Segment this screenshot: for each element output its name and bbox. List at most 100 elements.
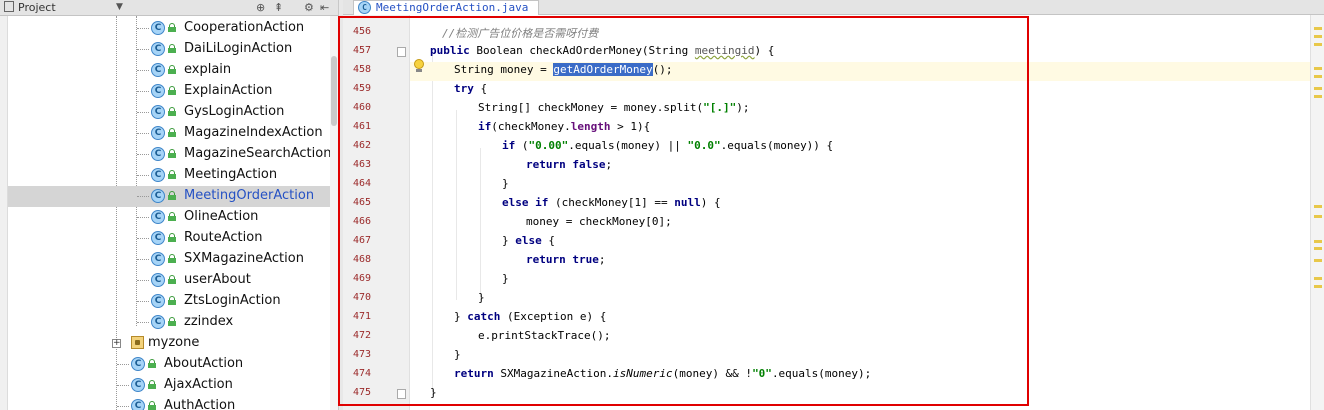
line-number: 461 bbox=[352, 121, 371, 132]
tree-item[interactable]: C MagazineSearchAction bbox=[8, 144, 338, 165]
tree-item[interactable]: C MeetingOrderAction bbox=[8, 186, 338, 207]
class-icon: C bbox=[151, 168, 165, 182]
tree-item[interactable]: C SXMagazineAction bbox=[8, 249, 338, 270]
tree-item-label: zzindex bbox=[184, 314, 234, 329]
tree-scrollbar[interactable] bbox=[330, 16, 338, 410]
tree-item[interactable]: + myzone bbox=[8, 333, 338, 354]
error-stripe[interactable] bbox=[1310, 15, 1324, 410]
warning-marker[interactable] bbox=[1314, 259, 1322, 262]
warning-marker[interactable] bbox=[1314, 277, 1322, 280]
hide-icon[interactable]: ⇤ bbox=[320, 0, 329, 15]
tree-item[interactable]: Cexplain bbox=[8, 60, 338, 81]
tree-item[interactable]: C MagazineIndexAction bbox=[8, 123, 338, 144]
warning-marker[interactable] bbox=[1314, 240, 1322, 243]
project-panel: Project ▼ ⊕ ⇞ ⚙ ⇤ C CooperationAction C Dai… bbox=[0, 0, 338, 410]
class-icon: C bbox=[151, 126, 165, 140]
project-view-selector[interactable]: Project bbox=[4, 0, 56, 15]
class-icon: C bbox=[151, 105, 165, 119]
line-number: 475 bbox=[352, 387, 371, 398]
fold-icon[interactable] bbox=[397, 47, 406, 57]
fold-icon[interactable] bbox=[397, 389, 406, 399]
line-number: 460 bbox=[352, 102, 371, 113]
lock-icon bbox=[168, 275, 176, 284]
tree-item[interactable]: CuserAbout bbox=[8, 270, 338, 291]
warning-marker[interactable] bbox=[1314, 43, 1322, 46]
tree-connector bbox=[137, 91, 149, 92]
tree-item[interactable]: C DaiLiLoginAction bbox=[8, 39, 338, 60]
tree-item[interactable]: Czzindex bbox=[8, 312, 338, 333]
lightbulb-icon[interactable] bbox=[413, 59, 425, 73]
warning-marker[interactable] bbox=[1314, 27, 1322, 30]
code-editor[interactable]: 456 457 458 459 460 461 462 463 464 465 466 467 468 4… bbox=[343, 15, 1324, 410]
class-icon: C bbox=[151, 231, 165, 245]
warning-marker[interactable] bbox=[1314, 215, 1322, 218]
package-icon bbox=[131, 336, 144, 349]
code-line-459: try { bbox=[454, 82, 488, 95]
class-icon: C bbox=[151, 315, 165, 329]
scrollbar-thumb[interactable] bbox=[331, 56, 337, 126]
lock-icon bbox=[168, 254, 176, 263]
tree-connector bbox=[137, 301, 149, 302]
class-icon: C bbox=[151, 84, 165, 98]
code-line-468: return true; bbox=[526, 253, 606, 266]
tree-item[interactable]: C RouteAction bbox=[8, 228, 338, 249]
lock-icon bbox=[168, 296, 176, 305]
code-line-472: e.printStackTrace(); bbox=[478, 329, 611, 342]
tree-item-label: ZtsLoginAction bbox=[184, 293, 281, 308]
code-line-474: return SXMagazineAction.isNumeric(money)… bbox=[454, 367, 872, 380]
lock-icon bbox=[168, 233, 176, 242]
warning-marker[interactable] bbox=[1314, 285, 1322, 288]
tree-item-label: MagazineSearchAction bbox=[184, 146, 332, 161]
tree-item[interactable]: C ZtsLoginAction bbox=[8, 291, 338, 312]
tree-item-label: ExplainAction bbox=[184, 83, 273, 98]
tree-item[interactable]: C CooperationAction bbox=[8, 18, 338, 39]
code-line-471: } catch (Exception e) { bbox=[454, 310, 607, 323]
line-number: 458 bbox=[352, 64, 371, 75]
class-icon: C bbox=[151, 273, 165, 287]
tree-connector bbox=[117, 364, 129, 365]
tree-item[interactable]: C ExplainAction bbox=[8, 81, 338, 102]
warning-marker[interactable] bbox=[1314, 247, 1322, 250]
tree-item-label: CooperationAction bbox=[184, 20, 305, 35]
tree-item[interactable]: C MeetingAction bbox=[8, 165, 338, 186]
chevron-down-icon[interactable]: ▼ bbox=[116, 0, 123, 15]
lock-icon bbox=[168, 212, 176, 221]
tree-item[interactable]: C AjaxAction bbox=[8, 375, 338, 396]
class-icon: C bbox=[151, 147, 165, 161]
code-line-461: if(checkMoney.length > 1){ bbox=[478, 120, 651, 133]
warning-marker[interactable] bbox=[1314, 87, 1322, 90]
warning-marker[interactable] bbox=[1314, 67, 1322, 70]
expand-icon[interactable]: + bbox=[112, 339, 121, 348]
target-icon[interactable]: ⊕ bbox=[256, 0, 265, 15]
warning-marker[interactable] bbox=[1314, 35, 1322, 38]
gear-icon[interactable]: ⚙ bbox=[304, 0, 314, 15]
editor-tab-bar: C MeetingOrderAction.java bbox=[343, 0, 1324, 15]
warning-marker[interactable] bbox=[1314, 205, 1322, 208]
tree-connector bbox=[137, 280, 149, 281]
tree-connector bbox=[137, 133, 149, 134]
warning-marker[interactable] bbox=[1314, 75, 1322, 78]
tree-item[interactable]: C OlineAction bbox=[8, 207, 338, 228]
tab-meeting-order-action[interactable]: C MeetingOrderAction.java bbox=[353, 0, 540, 15]
panel-edge bbox=[0, 16, 8, 410]
lock-icon bbox=[168, 107, 176, 116]
tree-item[interactable]: C GysLoginAction bbox=[8, 102, 338, 123]
lock-icon bbox=[168, 149, 176, 158]
tree-item-label: MagazineIndexAction bbox=[184, 125, 323, 140]
project-icon bbox=[4, 1, 14, 12]
class-icon: C bbox=[151, 210, 165, 224]
lock-icon bbox=[168, 44, 176, 53]
class-icon: C bbox=[151, 63, 165, 77]
code-line-467: } else { bbox=[502, 234, 555, 247]
code-line-466: money = checkMoney[0]; bbox=[526, 215, 672, 228]
tree-item[interactable]: C AuthAction bbox=[8, 396, 338, 410]
collapse-icon[interactable]: ⇞ bbox=[274, 0, 283, 15]
tree-item[interactable]: C AboutAction bbox=[8, 354, 338, 375]
lock-icon bbox=[148, 359, 156, 368]
warning-marker[interactable] bbox=[1314, 95, 1322, 98]
tree-connector bbox=[137, 217, 149, 218]
line-number: 465 bbox=[352, 197, 371, 208]
tree-item-label: SXMagazineAction bbox=[184, 251, 304, 266]
tree-connector bbox=[137, 112, 149, 113]
code-line-463: return false; bbox=[526, 158, 613, 171]
